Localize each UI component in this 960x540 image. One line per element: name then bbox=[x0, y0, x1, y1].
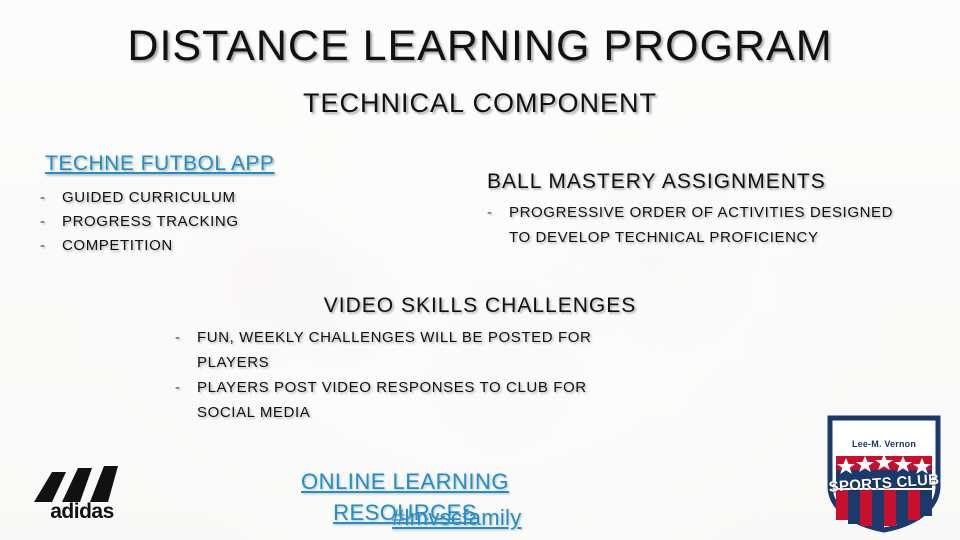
list-item: - GUIDED CURRICULUM bbox=[40, 186, 370, 210]
adidas-wordmark: adidas bbox=[50, 500, 114, 523]
list-item: - PLAYERS POST VIDEO RESPONSES TO CLUB F… bbox=[175, 375, 645, 425]
bullet-text: COMPETITION bbox=[62, 237, 173, 254]
list-item: - PROGRESS TRACKING bbox=[40, 210, 370, 234]
list-item: - COMPETITION bbox=[40, 234, 370, 258]
bullet-text: PROGRESS TRACKING bbox=[62, 213, 239, 230]
bullet-text: PLAYERS POST VIDEO RESPONSES TO CLUB FOR… bbox=[197, 379, 587, 421]
club-crest: Lee-M. Vernon SPORTS CLUB bbox=[820, 412, 948, 534]
bullet-marker: - bbox=[40, 189, 46, 206]
video-skills-bullets: - FUN, WEEKLY CHALLENGES WILL BE POSTED … bbox=[175, 325, 645, 425]
page-title: DISTANCE LEARNING PROGRAM bbox=[127, 22, 833, 70]
page-subtitle: TECHNICAL COMPONENT bbox=[302, 88, 658, 118]
background-texture bbox=[0, 0, 960, 540]
bullet-text: GUIDED CURRICULUM bbox=[62, 189, 236, 206]
club-crest-top-text: Lee-M. Vernon bbox=[851, 439, 917, 449]
hashtag-link[interactable]: #lmvscfamily bbox=[392, 505, 522, 531]
bullet-marker: - bbox=[175, 329, 181, 346]
adidas-three-bars-icon bbox=[34, 466, 118, 502]
list-item: - FUN, WEEKLY CHALLENGES WILL BE POSTED … bbox=[175, 325, 645, 375]
ball-mastery-bullets: - PROGRESSIVE ORDER OF ACTIVITIES DESIGN… bbox=[487, 200, 917, 250]
techne-app-heading: TECHNE FUTBOL APP bbox=[45, 152, 275, 175]
list-item: - PROGRESSIVE ORDER OF ACTIVITIES DESIGN… bbox=[487, 200, 917, 250]
bullet-marker: - bbox=[40, 237, 46, 254]
adidas-logo: adidas bbox=[22, 466, 142, 528]
video-skills-heading: VIDEO SKILLS CHALLENGES bbox=[323, 294, 637, 317]
bullet-marker: - bbox=[175, 379, 181, 396]
background-overlay bbox=[0, 0, 960, 540]
bullet-text: PROGRESSIVE ORDER OF ACTIVITIES DESIGNED… bbox=[509, 204, 894, 246]
ball-mastery-heading: BALL MASTERY ASSIGNMENTS bbox=[487, 170, 826, 193]
techne-app-bullets: - GUIDED CURRICULUM - PROGRESS TRACKING … bbox=[40, 186, 370, 258]
bullet-marker: - bbox=[487, 204, 493, 221]
bullet-text: FUN, WEEKLY CHALLENGES WILL BE POSTED FO… bbox=[197, 329, 592, 371]
bullet-marker: - bbox=[40, 213, 46, 230]
slide-canvas: DISTANCE LEARNING PROGRAM TECHNICAL COMP… bbox=[0, 0, 960, 540]
